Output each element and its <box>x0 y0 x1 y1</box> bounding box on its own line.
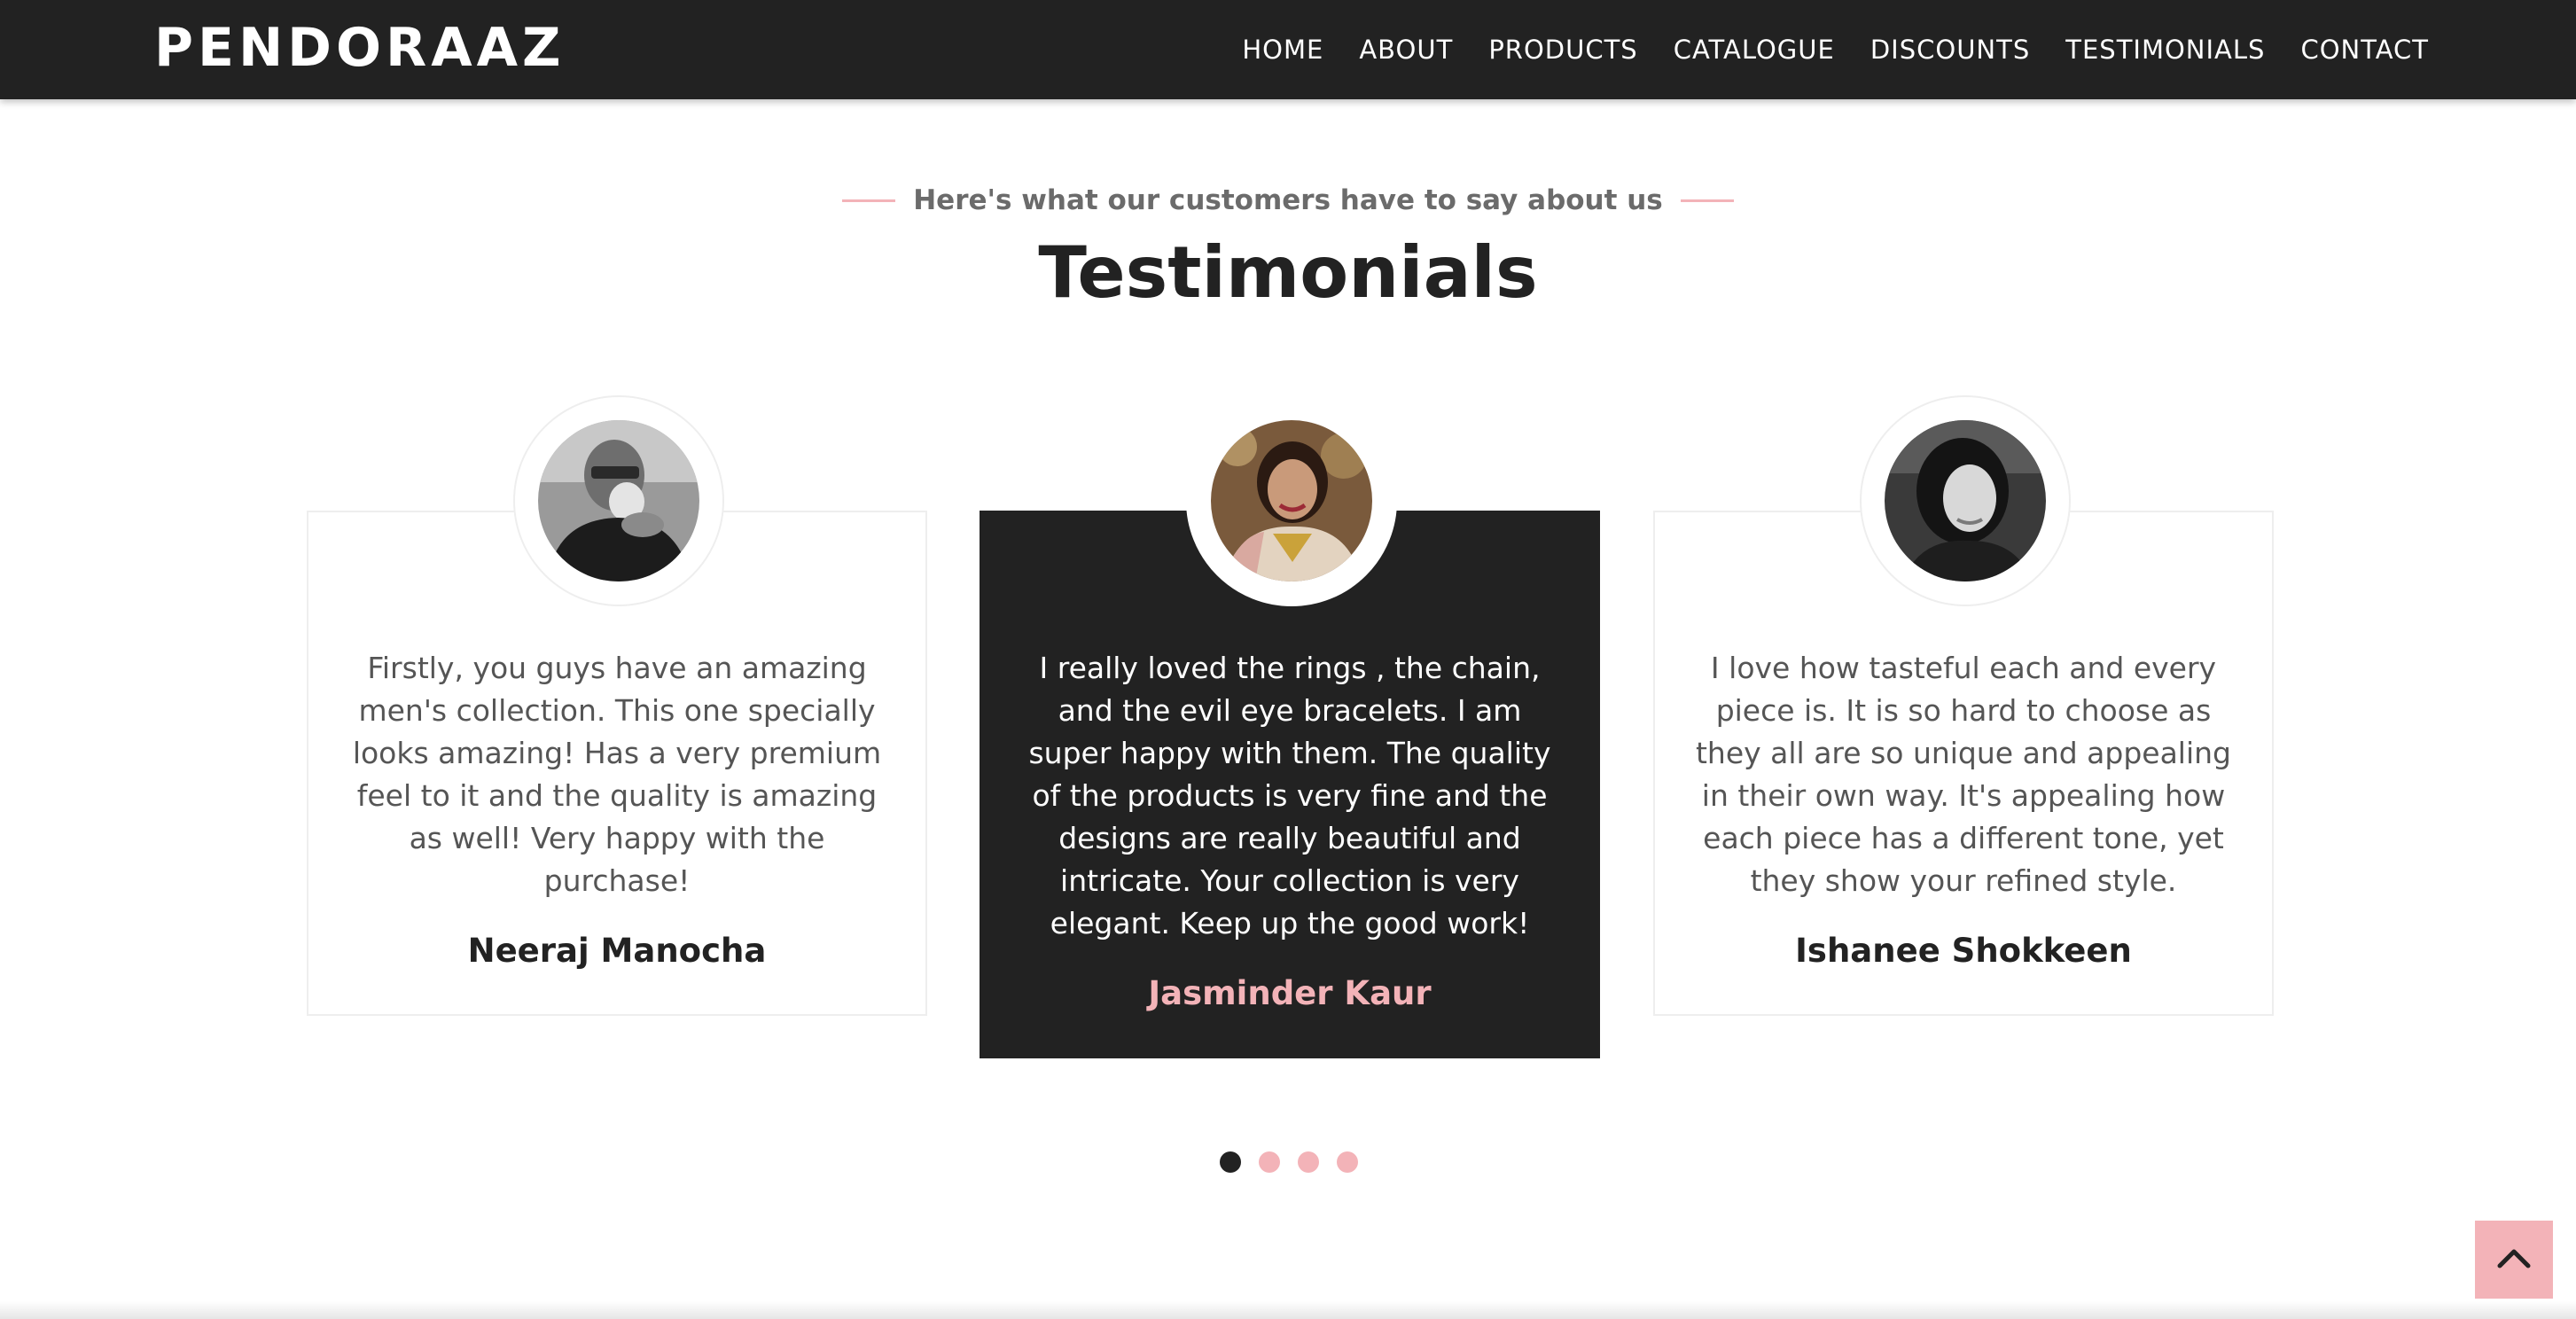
navbar: PENDORAAZ HOME ABOUT PRODUCTS CATALOGUE … <box>0 0 2576 99</box>
avatar <box>1885 420 2046 581</box>
section-kicker: Here's what our customers have to say ab… <box>0 177 2576 223</box>
carousel-dot-1[interactable] <box>1220 1151 1241 1173</box>
page-bottom-shadow <box>0 1301 2576 1319</box>
main-nav: HOME ABOUT PRODUCTS CATALOGUE DISCOUNTS … <box>1242 32 2429 67</box>
carousel-pagination <box>1220 1151 1358 1173</box>
testimonial-card: I love how tasteful each and every piece… <box>1653 395 2274 1016</box>
nav-item-catalogue[interactable]: CATALOGUE <box>1674 35 1835 65</box>
back-to-top-button[interactable] <box>2475 1221 2553 1299</box>
avatar-ring <box>1860 395 2071 606</box>
testimonial-name: Ishanee Shokkeen <box>1795 932 2132 970</box>
testimonial-quote: I love how tasteful each and every piece… <box>1695 651 2232 898</box>
carousel-dot-2[interactable] <box>1259 1151 1280 1173</box>
testimonial-name: Jasminder Kaur <box>1148 974 1432 1012</box>
avatar-ring <box>1186 395 1397 606</box>
carousel-dot-3[interactable] <box>1298 1151 1319 1173</box>
testimonial-card: Firstly, you guys have an amazing men's … <box>307 395 927 1016</box>
nav-item-about[interactable]: ABOUT <box>1359 35 1453 65</box>
brand-logo[interactable]: PENDORAAZ <box>154 16 566 80</box>
section-title: Testimonials <box>1038 231 1538 314</box>
nav-item-contact[interactable]: CONTACT <box>2300 35 2429 65</box>
nav-item-home[interactable]: HOME <box>1242 35 1323 65</box>
testimonial-card-active: I really loved the rings , the chain, an… <box>980 395 1600 1058</box>
nav-item-discounts[interactable]: DISCOUNTS <box>1870 35 2030 65</box>
testimonial-quote: I really loved the rings , the chain, an… <box>1028 651 1551 940</box>
nav-item-testimonials[interactable]: TESTIMONIALS <box>2065 35 2265 65</box>
testimonial-quote: Firstly, you guys have an amazing men's … <box>352 651 882 898</box>
kicker-text: Here's what our customers have to say ab… <box>913 184 1663 216</box>
nav-item-products[interactable]: PRODUCTS <box>1488 35 1637 65</box>
kicker-left-line <box>842 199 896 202</box>
avatar-ring <box>513 395 724 606</box>
kicker-right-line <box>1680 199 1734 202</box>
carousel-dot-4[interactable] <box>1337 1151 1358 1173</box>
avatar <box>538 420 699 581</box>
avatar <box>1211 420 1372 581</box>
chevron-up-icon <box>2496 1246 2532 1273</box>
testimonial-name: Neeraj Manocha <box>467 932 767 970</box>
